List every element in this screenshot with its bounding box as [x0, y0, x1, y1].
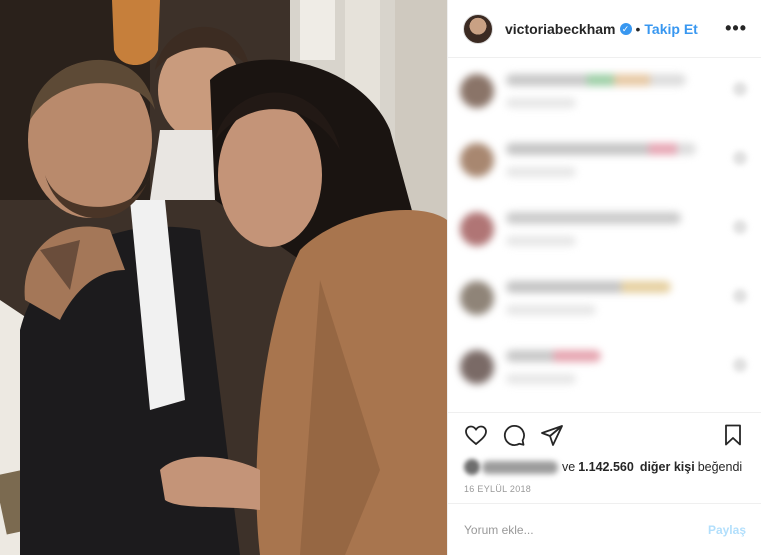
liker-avatar-blurred: [464, 459, 480, 475]
more-icon[interactable]: •••: [725, 18, 747, 39]
post-actions: [448, 412, 761, 456]
comment-text-blurred: [506, 212, 681, 224]
list-item: [448, 64, 761, 133]
likes-suffix: beğendi: [697, 460, 743, 474]
comment-text-blurred: [506, 281, 671, 293]
heart-icon[interactable]: [733, 358, 747, 372]
verified-badge-icon: ✓: [619, 22, 632, 35]
username-link[interactable]: victoriabeckham: [505, 21, 616, 37]
comment-meta-blurred: [506, 98, 576, 108]
list-item: [448, 202, 761, 271]
post-image: [0, 0, 447, 555]
comment-meta-blurred: [506, 305, 596, 315]
comment-avatar: [460, 74, 494, 108]
comment-text-blurred: [506, 350, 601, 362]
avatar[interactable]: [463, 13, 493, 44]
comment-input[interactable]: [464, 522, 708, 537]
likes-summary[interactable]: ve 1.142.560 diğer kişi beğendi: [448, 456, 761, 478]
heart-icon[interactable]: [464, 423, 488, 447]
list-item: [448, 271, 761, 340]
post-header: victoriabeckham ✓ • Takip Et •••: [448, 0, 761, 58]
heart-icon[interactable]: [733, 220, 747, 234]
bookmark-icon[interactable]: [721, 423, 745, 447]
likes-count: 1.142.560: [578, 460, 634, 474]
post-sidebar: victoriabeckham ✓ • Takip Et ••• ve 1.14…: [447, 0, 761, 555]
heart-icon[interactable]: [733, 82, 747, 96]
separator-dot: •: [635, 20, 641, 37]
liker-name-blurred: [482, 460, 558, 474]
comment-avatar: [460, 350, 494, 384]
list-item: [448, 133, 761, 202]
post-comment-button[interactable]: Paylaş: [708, 523, 746, 537]
comment-avatar: [460, 143, 494, 177]
comment-avatar: [460, 281, 494, 315]
comment-icon[interactable]: [502, 423, 526, 447]
likes-others: diğer kişi: [639, 460, 695, 474]
heart-icon[interactable]: [733, 289, 747, 303]
comment-meta-blurred: [506, 167, 576, 177]
likes-prefix: ve: [562, 460, 576, 474]
comment-meta-blurred: [506, 374, 576, 384]
comment-avatar: [460, 212, 494, 246]
post-photo[interactable]: [0, 0, 447, 555]
post-date[interactable]: 16 EYLÜL 2018: [448, 484, 761, 494]
list-item: [448, 340, 761, 409]
heart-icon[interactable]: [733, 151, 747, 165]
comment-text-blurred: [506, 143, 696, 155]
comment-form: Paylaş: [448, 503, 761, 555]
follow-button[interactable]: Takip Et: [644, 21, 697, 37]
comment-meta-blurred: [506, 236, 576, 246]
share-icon[interactable]: [540, 423, 564, 447]
comment-text-blurred: [506, 74, 686, 86]
comments-list[interactable]: [448, 58, 761, 410]
